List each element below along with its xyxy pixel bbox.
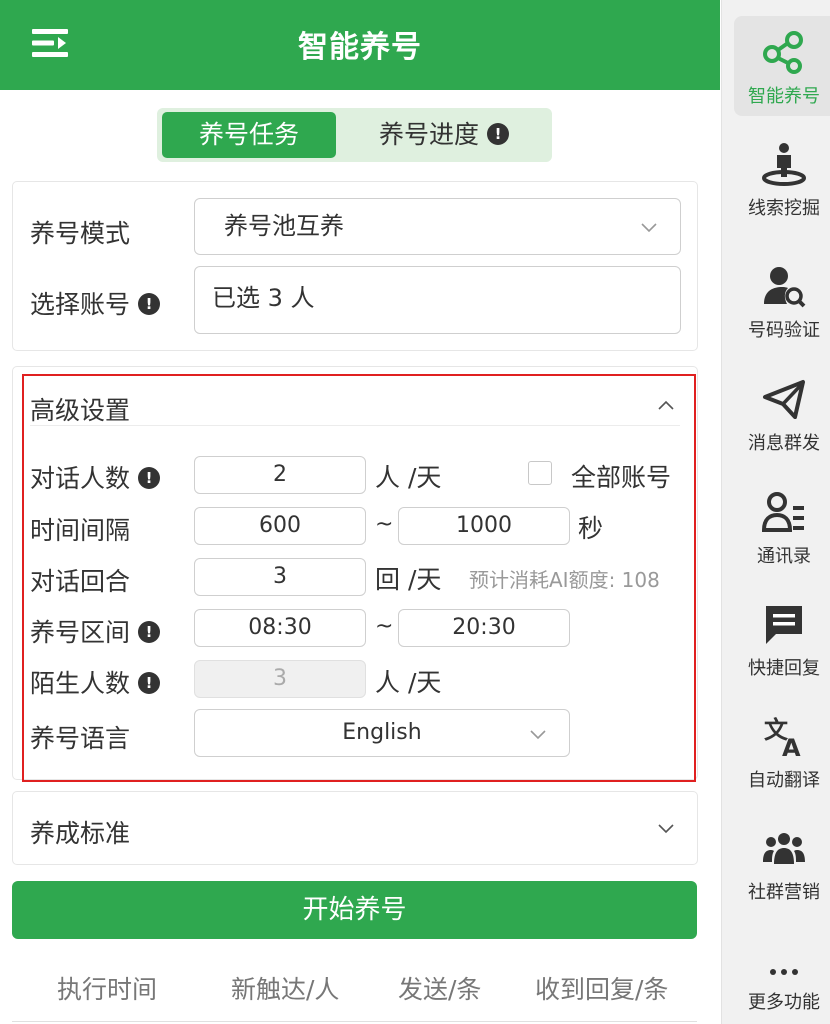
tab-progress-label: 养号进度: [378, 120, 479, 149]
translate-icon: 文 A: [764, 716, 801, 758]
sidebar-item-auto-translate[interactable]: 文 A 自动翻译: [734, 700, 830, 800]
sidebar-item-mass-message[interactable]: 消息群发: [734, 363, 830, 463]
tab-progress[interactable]: 养号进度!: [341, 112, 547, 158]
tab-task[interactable]: 养号任务: [162, 112, 336, 158]
sidebar-item-smart-nurture[interactable]: 智能养号: [734, 16, 830, 116]
share-nodes-icon: [763, 31, 803, 74]
stat-replies: 收到回复/条: [535, 975, 669, 1004]
sidebar-item-label: 更多功能: [748, 992, 820, 1013]
tab-task-label: 养号任务: [198, 120, 299, 149]
sidebar-item-label: 社群营销: [748, 882, 820, 903]
sidebar-item-label: 快捷回复: [748, 658, 820, 679]
sidebar-item-community[interactable]: 社群营销: [734, 812, 830, 912]
mode-select[interactable]: 养号池互养: [194, 198, 681, 255]
sidebar-item-label: 消息群发: [748, 433, 820, 454]
message-icon: [766, 606, 802, 644]
person-pin-icon: [762, 143, 806, 186]
account-select-value: 已选 3 人: [212, 284, 315, 312]
standard-card[interactable]: 养成标准: [12, 791, 698, 865]
sidebar-item-label: 通讯录: [757, 546, 811, 567]
start-button[interactable]: 开始养号: [12, 881, 697, 939]
more-icon: [770, 969, 798, 975]
account-label-text: 选择账号: [30, 290, 131, 319]
sidebar-item-label: 号码验证: [748, 320, 820, 341]
sidebar: 智能养号 线索挖掘 号码验证 消息群发 通讯录 快捷回复 文 A 自动翻译 社群…: [721, 0, 830, 1024]
tab-group: 养号任务 养号进度!: [157, 108, 552, 162]
sidebar-item-contacts[interactable]: 通讯录: [734, 476, 830, 576]
svg-text:A: A: [782, 734, 801, 758]
sidebar-item-label: 自动翻译: [748, 770, 820, 791]
header-bar: 智能养号: [0, 0, 720, 90]
stat-exec-time: 执行时间: [57, 975, 158, 1004]
sidebar-item-more[interactable]: 更多功能: [734, 920, 830, 1020]
stat-new-reach: 新触达/人: [231, 975, 340, 1004]
chevron-down-icon: [658, 824, 674, 834]
sidebar-item-number-verify[interactable]: 号码验证: [734, 250, 830, 350]
main-panel: 智能养号 养号任务 养号进度! 养号模式 养号池互养 选择账号! 已选 3 人 …: [0, 0, 720, 1024]
info-icon[interactable]: !: [138, 293, 161, 315]
standard-title: 养成标准: [30, 819, 131, 848]
sidebar-item-label: 智能养号: [748, 86, 820, 107]
sidebar-item-lead-mining[interactable]: 线索挖掘: [734, 128, 830, 228]
contacts-icon: [762, 492, 804, 532]
stat-sent: 发送/条: [398, 975, 482, 1004]
info-icon[interactable]: !: [487, 123, 509, 145]
chevron-down-icon: [641, 223, 657, 233]
user-search-icon: [764, 267, 806, 308]
page-title: 智能养号: [298, 30, 422, 65]
account-label: 选择账号!: [30, 285, 161, 321]
divider: [12, 1021, 697, 1022]
mode-label: 养号模式: [30, 219, 131, 248]
sidebar-item-label: 线索挖掘: [748, 198, 820, 219]
basic-settings-card: 养号模式 养号池互养 选择账号! 已选 3 人: [12, 181, 698, 351]
account-select-field[interactable]: 已选 3 人: [194, 266, 681, 334]
mode-select-value: 养号池互养: [224, 212, 344, 240]
paper-plane-icon: [763, 380, 805, 419]
highlight-outline: [22, 374, 696, 782]
group-icon: [763, 833, 805, 864]
sidebar-item-quick-reply[interactable]: 快捷回复: [734, 588, 830, 688]
